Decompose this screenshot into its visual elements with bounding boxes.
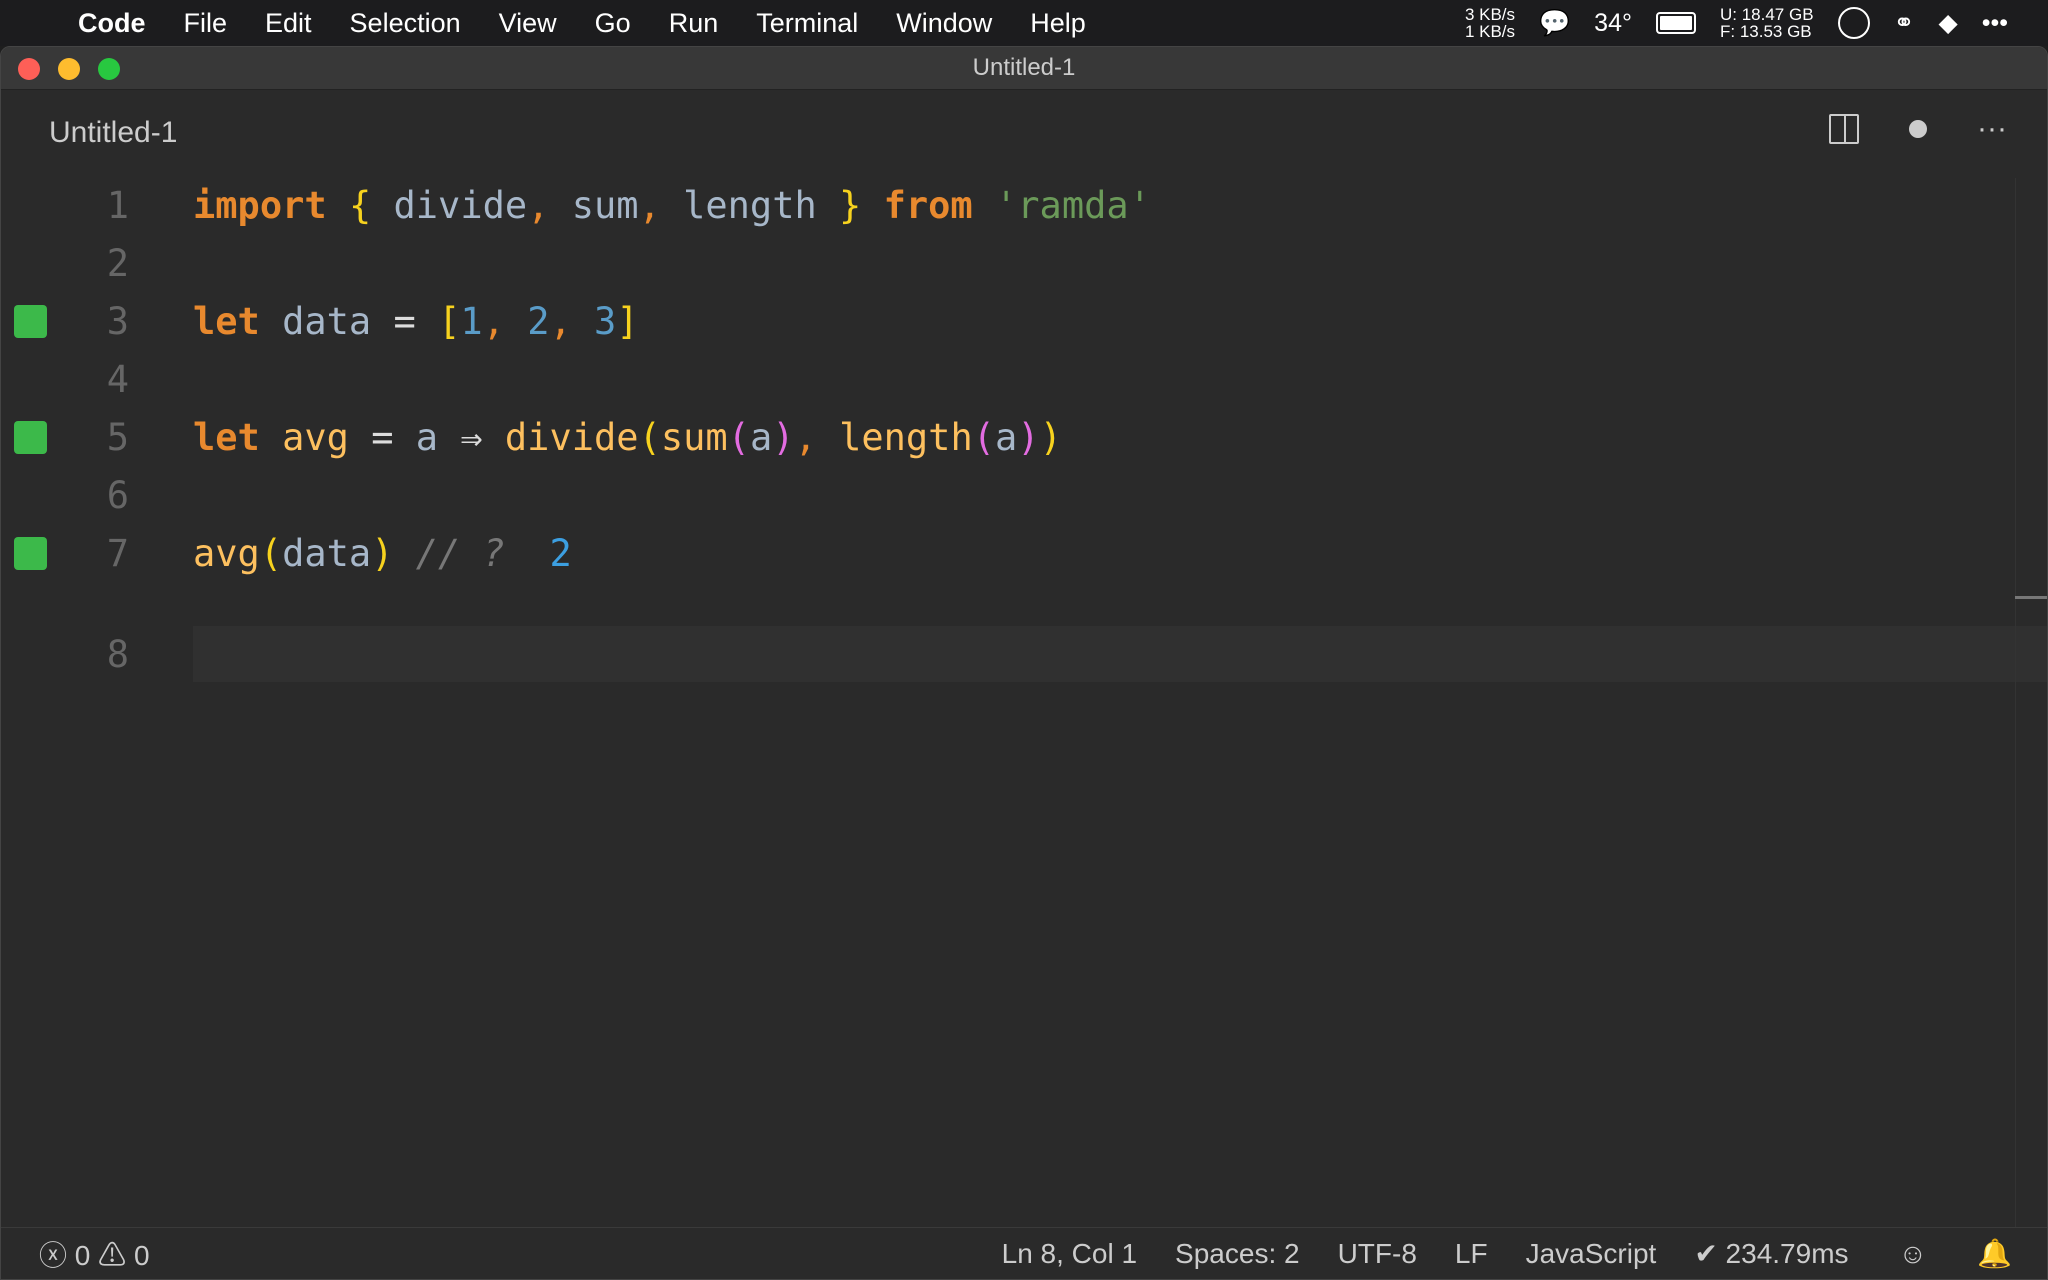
cursor-position[interactable]: Ln 8, Col 1	[1002, 1238, 1137, 1270]
code-line: 4	[1, 350, 2047, 408]
split-editor-icon[interactable]	[1829, 114, 1860, 144]
net-down: 1 KB/s	[1464, 22, 1516, 41]
scroll-position-marker	[2015, 596, 2047, 599]
window-title: Untitled-1	[972, 54, 1076, 81]
scrollbar[interactable]	[2015, 178, 2047, 1227]
end-of-line[interactable]: LF	[1455, 1238, 1488, 1270]
disk-used: U: 18.47 GB	[1719, 5, 1814, 24]
menu-help[interactable]: Help	[1030, 8, 1086, 39]
indentation[interactable]: Spaces: 2	[1175, 1238, 1300, 1270]
battery-icon[interactable]	[1655, 12, 1696, 34]
editor-window: Untitled-1 Untitled-1 ··· 1 import { divi…	[0, 46, 2048, 1280]
error-icon: ⓧ	[39, 1239, 68, 1271]
menu-window[interactable]: Window	[896, 8, 992, 39]
feedback-icon[interactable]: ☺	[1899, 1238, 1928, 1270]
menu-app[interactable]: Code	[78, 8, 146, 39]
menu-selection[interactable]: Selection	[350, 8, 461, 39]
language-mode[interactable]: JavaScript	[1526, 1238, 1657, 1270]
encoding[interactable]: UTF-8	[1338, 1238, 1417, 1270]
menu-edit[interactable]: Edit	[265, 8, 312, 39]
line-number: 4	[106, 357, 129, 401]
link-icon[interactable]: ⚭	[1894, 8, 1915, 38]
code-line: 3 let data = [1, 2, 3]	[1, 292, 2047, 350]
coverage-indicator	[14, 536, 47, 570]
code-editor[interactable]: 1 import { divide, sum, length } from 'ra…	[1, 176, 2047, 1227]
clock-icon[interactable]	[1837, 7, 1870, 39]
warning-icon: ⚠	[98, 1239, 127, 1271]
status-bar: ⓧ 0 ⚠ 0 Ln 8, Col 1 Spaces: 2 UTF-8 LF J…	[1, 1227, 2047, 1279]
tab-untitled-1[interactable]: Untitled-1	[49, 116, 177, 150]
inline-result: 2	[549, 531, 572, 575]
tab-bar: Untitled-1 ···	[1, 90, 2047, 175]
line-number: 2	[106, 241, 129, 285]
menu-run[interactable]: Run	[669, 8, 719, 39]
menu-file[interactable]: File	[184, 8, 228, 39]
line-number: 7	[106, 531, 129, 575]
code-line: 6	[1, 466, 2047, 524]
line-number: 6	[106, 473, 129, 517]
code-line: 1 import { divide, sum, length } from 'ra…	[1, 176, 2047, 234]
errors-status[interactable]: ⓧ 0 ⚠ 0	[39, 1234, 150, 1274]
error-count: 0	[74, 1239, 91, 1271]
line-number: 5	[106, 415, 129, 459]
warning-count: 0	[133, 1239, 150, 1271]
coverage-indicator	[14, 304, 47, 338]
code-line: 5 let avg = a ⇒ divide(sum(a), length(a))	[1, 408, 2047, 466]
status-tray: 3 KB/s 1 KB/s 💬 34° U: 18.47 GB F: 13.53 G…	[1465, 0, 2048, 46]
code-line: 7 avg(data) // ? 2	[1, 524, 2047, 582]
temperature[interactable]: 34°	[1594, 9, 1632, 38]
menu-go[interactable]: Go	[595, 8, 631, 39]
code-line: 2	[1, 234, 2047, 292]
menu-view[interactable]: View	[499, 8, 557, 39]
net-up: 3 KB/s	[1464, 5, 1516, 24]
more-icon[interactable]: •••	[1982, 9, 2008, 38]
wechat-icon[interactable]: 💬	[1539, 9, 1570, 38]
quokka-timing[interactable]: ✔ 234.79ms	[1694, 1237, 1848, 1270]
disk-usage[interactable]: U: 18.47 GB F: 13.53 GB	[1720, 6, 1814, 40]
menu-bar: Code File Edit Selection View Go Run Ter…	[0, 0, 2048, 46]
close-button[interactable]	[18, 58, 40, 80]
zoom-button[interactable]	[98, 58, 120, 80]
title-bar: Untitled-1	[1, 47, 2047, 90]
more-actions-icon[interactable]: ···	[1977, 112, 2007, 146]
minimize-button[interactable]	[58, 58, 80, 80]
line-number: 8	[106, 632, 129, 676]
code-line: 8	[1, 625, 2047, 683]
coverage-indicator	[14, 420, 47, 454]
line-number: 3	[106, 299, 129, 343]
disk-free: F: 13.53 GB	[1719, 22, 1812, 41]
app-icon[interactable]: ◆	[1939, 8, 1958, 38]
network-speed[interactable]: 3 KB/s 1 KB/s	[1465, 6, 1515, 40]
line-number: 1	[106, 183, 129, 227]
menu-terminal[interactable]: Terminal	[756, 8, 858, 39]
notifications-bell-icon[interactable]: 🔔	[1977, 1237, 2012, 1270]
unsaved-dot-icon[interactable]	[1909, 120, 1928, 138]
